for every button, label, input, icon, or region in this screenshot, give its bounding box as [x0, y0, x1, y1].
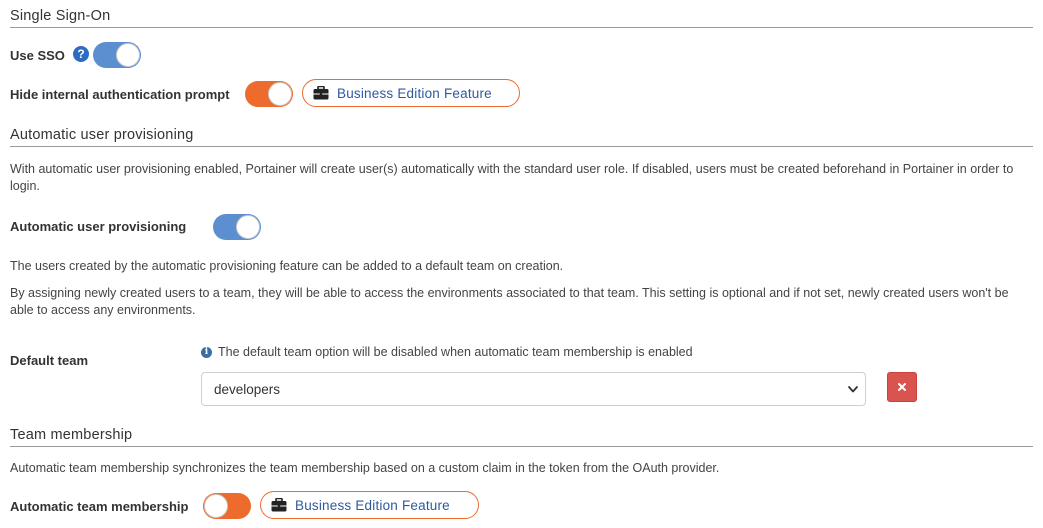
toggle-knob [116, 43, 140, 67]
question-circle-icon[interactable]: ? [73, 46, 89, 62]
section-divider [10, 27, 1033, 28]
section-title-provisioning: Automatic user provisioning [10, 127, 194, 143]
default-team-label: Default team [10, 353, 89, 368]
business-edition-badge[interactable]: Business Edition Feature [302, 79, 520, 107]
hide-internal-auth-label: Hide internal authentication prompt [10, 87, 230, 102]
team-membership-description: Automatic team membership synchronizes t… [10, 461, 720, 475]
info-circle-icon: i [201, 346, 212, 358]
use-sso-toggle[interactable] [93, 42, 141, 68]
default-team-info: i The default team option will be disabl… [201, 345, 693, 359]
briefcase-icon [313, 86, 329, 100]
times-icon [898, 383, 906, 391]
auto-provisioning-label: Automatic user provisioning [10, 219, 187, 234]
chevron-down-icon [848, 386, 858, 393]
toggle-knob [236, 215, 260, 239]
auto-team-membership-toggle[interactable] [203, 493, 251, 519]
auto-provisioning-toggle[interactable] [213, 214, 261, 240]
default-team-selected-value: developers [214, 381, 281, 397]
remove-default-team-button[interactable] [887, 372, 917, 402]
section-title-sso: Single Sign-On [10, 8, 111, 24]
briefcase-icon [271, 498, 287, 512]
team-assign-note: By assigning newly created users to a te… [10, 286, 1009, 317]
business-edition-badge-label: Business Edition Feature [295, 497, 450, 513]
section-divider [10, 446, 1033, 447]
toggle-knob [204, 494, 228, 518]
business-edition-badge-label: Business Edition Feature [337, 85, 492, 101]
default-team-select[interactable]: developers [201, 372, 866, 406]
section-title-team-membership: Team membership [10, 427, 133, 443]
hide-internal-auth-toggle[interactable] [245, 81, 293, 107]
default-team-info-text: The default team option will be disabled… [218, 345, 693, 359]
oauth-settings-panel: Single Sign-On Use SSO ? Hide internal a… [0, 0, 1043, 528]
default-team-note: The users created by the automatic provi… [10, 259, 564, 273]
use-sso-label: Use SSO [10, 48, 65, 63]
section-divider [10, 146, 1033, 147]
business-edition-badge[interactable]: Business Edition Feature [260, 491, 479, 519]
toggle-knob [268, 82, 292, 106]
provisioning-description: With automatic user provisioning enabled… [10, 162, 1014, 193]
auto-team-membership-label: Automatic team membership [10, 499, 189, 514]
